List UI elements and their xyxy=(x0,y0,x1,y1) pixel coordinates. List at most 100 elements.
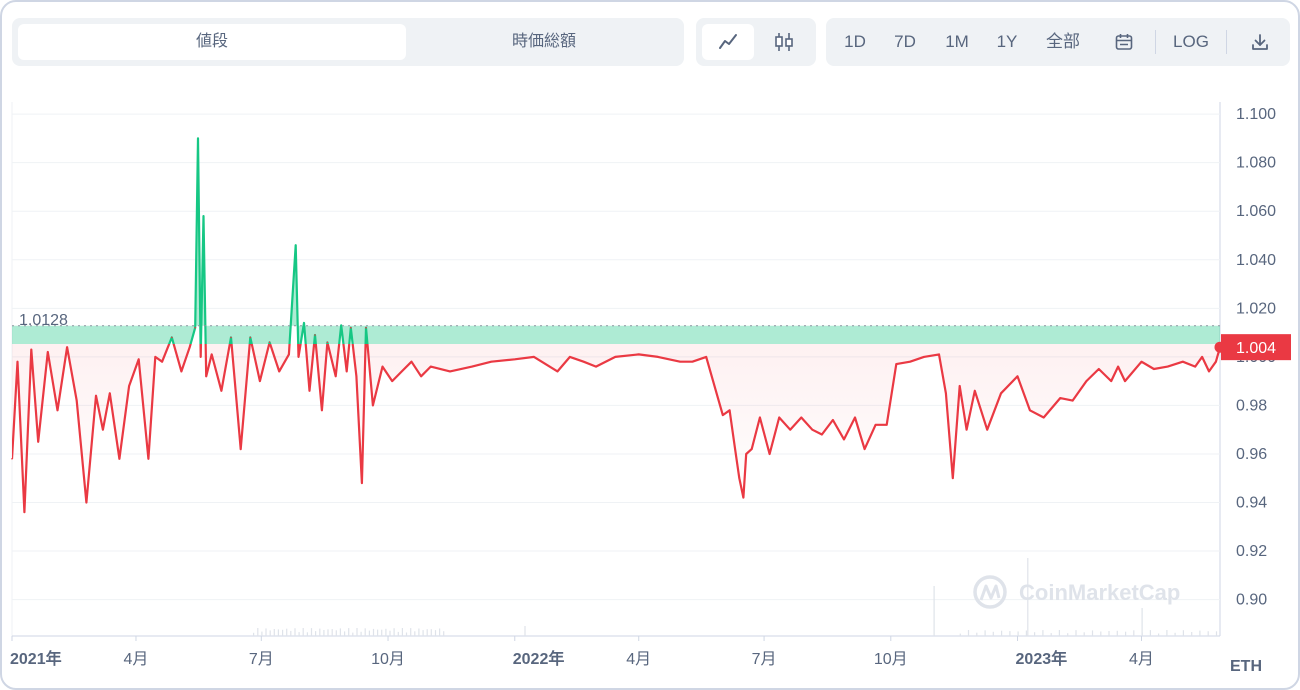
price-point xyxy=(1201,356,1203,358)
price-point xyxy=(297,356,300,358)
volume-bar xyxy=(401,628,403,636)
price-point xyxy=(1085,380,1088,382)
price-point xyxy=(843,438,845,441)
price-point xyxy=(745,453,747,455)
price-point xyxy=(95,394,97,397)
price-point xyxy=(230,336,232,339)
price-point xyxy=(1194,365,1196,368)
volume-bar xyxy=(1174,632,1176,636)
price-point xyxy=(194,326,196,329)
price-point xyxy=(1124,380,1126,382)
price-point xyxy=(118,458,121,460)
price-point xyxy=(47,351,49,353)
volume-bar xyxy=(319,628,321,636)
price-point xyxy=(1059,397,1061,399)
volume-bar xyxy=(1075,630,1077,636)
price-point xyxy=(23,511,26,513)
volume-bar xyxy=(414,631,416,636)
volume-bar xyxy=(372,628,375,636)
volume-bar xyxy=(368,630,370,636)
y-tick-label: 1.060 xyxy=(1236,203,1276,220)
price-point xyxy=(938,353,940,356)
price-point xyxy=(449,370,451,373)
volume-bar xyxy=(310,628,313,636)
volume-bar xyxy=(315,631,317,636)
price-point xyxy=(147,458,150,460)
volume-bar xyxy=(364,628,366,636)
volume-bar xyxy=(524,626,526,636)
x-tick-label: 2022年 xyxy=(513,649,565,668)
chart-widget: 値段 時価総額 1D 7D 1M 1Y 全部 LOG CoinMarketCap… xyxy=(0,0,1300,690)
volume-bar xyxy=(327,629,329,636)
price-point xyxy=(75,399,78,402)
price-point xyxy=(909,360,911,363)
volume-bar xyxy=(1025,630,1027,636)
volume-bar xyxy=(1034,632,1036,636)
volume-bar xyxy=(443,631,445,636)
volume-bar xyxy=(405,632,408,636)
volume-bar xyxy=(389,630,391,636)
y-tick-label: 1.080 xyxy=(1236,155,1276,172)
price-point xyxy=(202,215,205,217)
price-point xyxy=(874,424,877,426)
volume-bar xyxy=(1133,630,1135,636)
y-tick-label: 0.90 xyxy=(1236,592,1267,609)
price-point xyxy=(410,360,413,363)
price-point xyxy=(722,414,724,416)
volume-bar xyxy=(418,628,420,636)
price-point xyxy=(350,326,352,329)
price-point xyxy=(1117,365,1119,368)
price-point xyxy=(16,360,19,363)
price-point xyxy=(1110,380,1112,382)
volume-bar xyxy=(286,628,288,636)
price-point xyxy=(30,348,33,351)
price-point xyxy=(759,416,761,419)
price-point xyxy=(768,453,771,455)
price-point xyxy=(614,356,617,358)
price-point xyxy=(1166,365,1169,368)
price-chart[interactable]: CoinMarketCap 1.0128 1.100 1.080 1.060 1.04… xyxy=(2,2,1298,688)
price-point xyxy=(355,375,358,378)
x-axis: 2021年 4月 7月 10月 2022年 4月 7月 10月 2023年 4月 xyxy=(10,636,1154,668)
volume-bar xyxy=(410,628,412,636)
price-point xyxy=(1215,360,1217,363)
price-point xyxy=(249,336,252,339)
price-point xyxy=(945,392,947,395)
volume-bar xyxy=(273,629,275,636)
price-point xyxy=(303,322,305,324)
price-point xyxy=(778,416,780,419)
price-point xyxy=(391,380,394,382)
price-point xyxy=(800,416,803,419)
price-point xyxy=(811,428,814,431)
price-point xyxy=(154,356,157,358)
volume-bar xyxy=(290,630,292,636)
price-point xyxy=(1153,368,1155,370)
price-point xyxy=(854,416,856,419)
volume-bar xyxy=(1158,633,1160,636)
price-point xyxy=(314,334,316,336)
volume-bar xyxy=(1199,630,1201,636)
price-point xyxy=(863,448,866,450)
price-point xyxy=(102,428,104,431)
y-tick-label: 0.98 xyxy=(1236,397,1267,414)
price-point xyxy=(268,341,271,344)
price-point xyxy=(288,353,290,356)
price-point xyxy=(345,370,348,373)
volume-bar xyxy=(1100,631,1102,636)
volume-bar xyxy=(984,630,986,636)
price-point xyxy=(952,477,954,480)
price-point xyxy=(965,428,968,431)
volume-bar xyxy=(381,629,383,636)
volume-bar xyxy=(967,630,970,636)
price-point xyxy=(734,448,736,450)
volume-bar xyxy=(434,630,437,636)
watermark-text: CoinMarketCap xyxy=(1019,580,1180,605)
x-tick-label: 7月 xyxy=(249,651,274,668)
volume-bar xyxy=(1083,632,1085,636)
y-tick-label: 1.020 xyxy=(1236,300,1276,317)
price-point xyxy=(66,346,68,349)
y-tick-label: 1.100 xyxy=(1236,106,1276,123)
price-point xyxy=(361,482,363,484)
y-tick-label: 0.96 xyxy=(1236,446,1267,463)
price-point xyxy=(340,324,343,327)
